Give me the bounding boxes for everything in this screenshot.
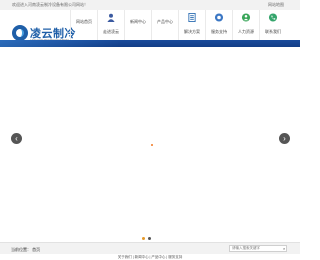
user-icon: [107, 13, 116, 24]
loading-indicator: [151, 144, 153, 146]
search-input[interactable]: 请输入搜索关键字: [229, 245, 287, 252]
banner-slider[interactable]: ‹ ›: [0, 47, 300, 242]
nav-item-news[interactable]: 新闻中心: [124, 10, 151, 40]
nav-item-label: 服务支持: [211, 29, 227, 34]
nav-item-contact[interactable]: 联系我们: [259, 10, 286, 40]
support-icon: [214, 13, 224, 24]
breadcrumb: 当前位置： 首页: [11, 247, 41, 252]
footer: 关于我们 | 新闻中心 | 产品中心 | 服务支持: [0, 254, 300, 260]
people-icon: [241, 13, 251, 24]
search-icon[interactable]: ⌕: [283, 246, 287, 251]
nav-item-label: 解决方案: [184, 29, 200, 34]
nav-item-solutions[interactable]: 解决方案: [178, 10, 205, 40]
prev-arrow-icon[interactable]: ‹: [11, 133, 22, 144]
document-icon: [188, 13, 196, 24]
nav-item-home[interactable]: 网站首页: [70, 10, 97, 40]
nav-item-label: 产品中心: [157, 19, 173, 24]
nav-item-label: 新闻中心: [130, 19, 146, 24]
sitemap-link[interactable]: 网站地图: [268, 2, 284, 8]
nav-item-support[interactable]: 服务支持: [205, 10, 232, 40]
main-nav: 网站首页 走进凌云 新闻中心 产品中心 解决方案 服务支持 人力资源 联系我们: [70, 10, 288, 40]
welcome-text: 欢迎进入河南凌云制冷设备有限公司网站！: [12, 2, 88, 7]
nav-item-label: 网站首页: [76, 19, 92, 24]
slider-dot[interactable]: [142, 237, 145, 240]
next-arrow-icon[interactable]: ›: [279, 133, 290, 144]
nav-item-hr[interactable]: 人力资源: [232, 10, 259, 40]
nav-item-label: 人力资源: [238, 29, 254, 34]
logo-icon: [12, 25, 28, 41]
nav-item-label: 联系我们: [265, 29, 281, 34]
nav-item-products[interactable]: 产品中心: [151, 10, 178, 40]
header-divider-bar: [0, 40, 300, 47]
nav-item-label: 走进凌云: [103, 29, 119, 34]
footer-links[interactable]: 关于我们 | 新闻中心 | 产品中心 | 服务支持: [0, 255, 300, 260]
slider-dot[interactable]: [148, 237, 151, 240]
phone-icon: [268, 13, 278, 24]
nav-item-about[interactable]: 走进凌云: [97, 10, 124, 40]
